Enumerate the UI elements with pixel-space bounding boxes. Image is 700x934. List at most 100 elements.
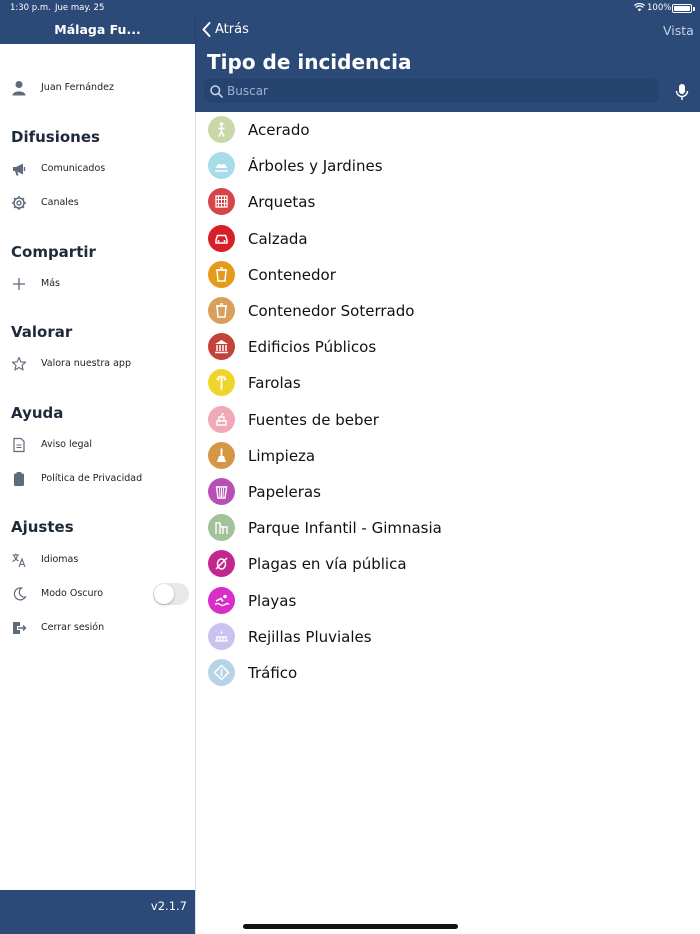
section-valorar: Valorar	[11, 323, 73, 341]
modo-oscuro-label: Modo Oscuro	[41, 588, 104, 599]
incidence-label: Edificios Públicos	[248, 338, 377, 357]
incidence-item[interactable]: Contenedor Soterrado	[196, 293, 700, 329]
incidence-item[interactable]: Árboles y Jardines	[196, 148, 700, 184]
back-button[interactable]: Atrás	[202, 22, 249, 37]
valora-label: Valora nuestra app	[41, 358, 131, 369]
star-icon	[11, 356, 27, 371]
incidence-item[interactable]: Farolas	[196, 365, 700, 401]
home-indicator[interactable]	[243, 924, 458, 929]
incidence-item[interactable]: Edificios Públicos	[196, 329, 700, 365]
incidence-item[interactable]: Rejillas Pluviales	[196, 619, 700, 655]
incidence-label: Calzada	[248, 229, 308, 248]
incidence-item[interactable]: Playas	[196, 583, 700, 619]
drain-icon	[208, 622, 235, 650]
privacidad-label: Política de Privacidad	[41, 473, 143, 484]
sidebar-item-idiomas[interactable]: Idiomas	[0, 548, 195, 572]
incidence-label: Contenedor Soterrado	[248, 302, 415, 320]
sidebar-footer: v2.1.7	[0, 890, 195, 934]
section-ayuda: Ayuda	[11, 404, 64, 422]
incidence-label: Playas	[248, 591, 297, 610]
megaphone-icon	[13, 163, 26, 176]
plus-icon	[13, 278, 25, 290]
user-icon	[12, 81, 26, 96]
sidebar-title: Málaga Fu...	[54, 22, 141, 37]
sidebar-item-privacidad[interactable]: Política de Privacidad	[0, 467, 195, 491]
section-difusiones: Difusiones	[11, 128, 100, 146]
search-input[interactable]: Buscar	[204, 79, 659, 103]
status-bar: 1:30 p.m. Jue may. 25 100%	[0, 0, 700, 16]
microphone-icon[interactable]	[675, 83, 689, 101]
incidence-item[interactable]: Fuentes de beber	[196, 402, 700, 438]
incidence-label: Plagas en vía pública	[248, 555, 407, 574]
battery-percent: 100%	[647, 3, 672, 13]
section-ajustes: Ajustes	[11, 518, 74, 536]
sidebar-item-cerrar-sesion[interactable]: Cerrar sesión	[0, 616, 195, 640]
aviso-label: Aviso legal	[41, 439, 92, 450]
vista-button[interactable]: Vista	[663, 23, 694, 38]
comunicados-label: Comunicados	[41, 163, 106, 174]
battery-icon	[672, 4, 692, 13]
back-label: Atrás	[215, 22, 249, 37]
broom-icon	[208, 441, 235, 469]
incidence-label: Papeleras	[248, 483, 321, 501]
moon-icon	[13, 587, 27, 601]
search-placeholder: Buscar	[227, 84, 268, 98]
sidebar-item-valora[interactable]: Valora nuestra app	[0, 352, 195, 376]
incidence-item[interactable]: Calzada	[196, 221, 700, 257]
incidence-item[interactable]: Papeleras	[196, 474, 700, 510]
incidence-label: Contenedor	[248, 265, 336, 284]
dark-mode-toggle[interactable]	[153, 583, 189, 605]
bin-icon	[208, 297, 235, 324]
header-divider	[195, 16, 196, 112]
sidebar-item-comunicados[interactable]: Comunicados	[0, 157, 195, 181]
incidence-item[interactable]: Contenedor	[196, 257, 700, 293]
incidence-label: Tráfico	[248, 664, 298, 682]
sidebar-item-aviso-legal[interactable]: Aviso legal	[0, 433, 195, 457]
section-compartir: Compartir	[11, 243, 96, 261]
incidence-item[interactable]: Acerado	[196, 112, 700, 148]
document-icon	[13, 437, 25, 453]
fountain-icon	[208, 405, 235, 433]
wifi-icon	[633, 3, 646, 15]
gear-icon	[12, 196, 26, 210]
incidence-label: Rejillas Pluviales	[248, 627, 372, 646]
incidence-item[interactable]: Arquetas	[196, 184, 700, 220]
translate-icon	[12, 553, 26, 568]
incidence-label: Árboles y Jardines	[248, 157, 383, 176]
status-date: Jue may. 25	[55, 3, 105, 13]
pedestrian-icon	[208, 116, 235, 143]
incidence-label: Limpieza	[248, 446, 316, 465]
clipboard-icon	[14, 472, 24, 486]
idiomas-label: Idiomas	[41, 554, 79, 565]
basket-icon	[208, 478, 235, 505]
mas-label: Más	[41, 278, 60, 289]
cerrar-label: Cerrar sesión	[41, 622, 105, 633]
incidence-item[interactable]: Tráfico	[196, 655, 700, 691]
sidebar-item-mas[interactable]: Más	[0, 272, 195, 296]
building-icon	[208, 333, 235, 361]
incidence-label: Farolas	[248, 374, 301, 393]
playground-icon	[208, 514, 235, 542]
incidence-label: Fuentes de beber	[248, 410, 379, 429]
incidence-item[interactable]: Limpieza	[196, 438, 700, 474]
status-time: 1:30 p.m.	[10, 3, 51, 13]
sidebar-item-user[interactable]: Juan Fernández	[0, 76, 195, 100]
sidebar-item-canales[interactable]: Canales	[0, 191, 195, 215]
incidence-item[interactable]: Parque Infantil - Gimnasia	[196, 510, 700, 546]
lamp-icon	[208, 369, 235, 397]
canales-label: Canales	[41, 197, 79, 208]
chevron-left-icon	[202, 22, 211, 37]
car-icon	[208, 224, 235, 252]
page-title: Tipo de incidencia	[207, 50, 412, 74]
incidence-item[interactable]: Plagas en vía pública	[196, 546, 700, 582]
logout-icon	[13, 622, 27, 634]
tree-icon	[208, 152, 235, 180]
incidence-label: Arquetas	[248, 193, 316, 212]
incidence-label: Acerado	[248, 121, 310, 139]
app-version: v2.1.7	[150, 899, 187, 913]
traffic-sign-icon	[208, 659, 235, 686]
incidence-label: Parque Infantil - Gimnasia	[248, 519, 442, 538]
swim-icon	[208, 586, 235, 614]
battery-tip	[693, 7, 695, 11]
bin-icon	[208, 260, 235, 288]
